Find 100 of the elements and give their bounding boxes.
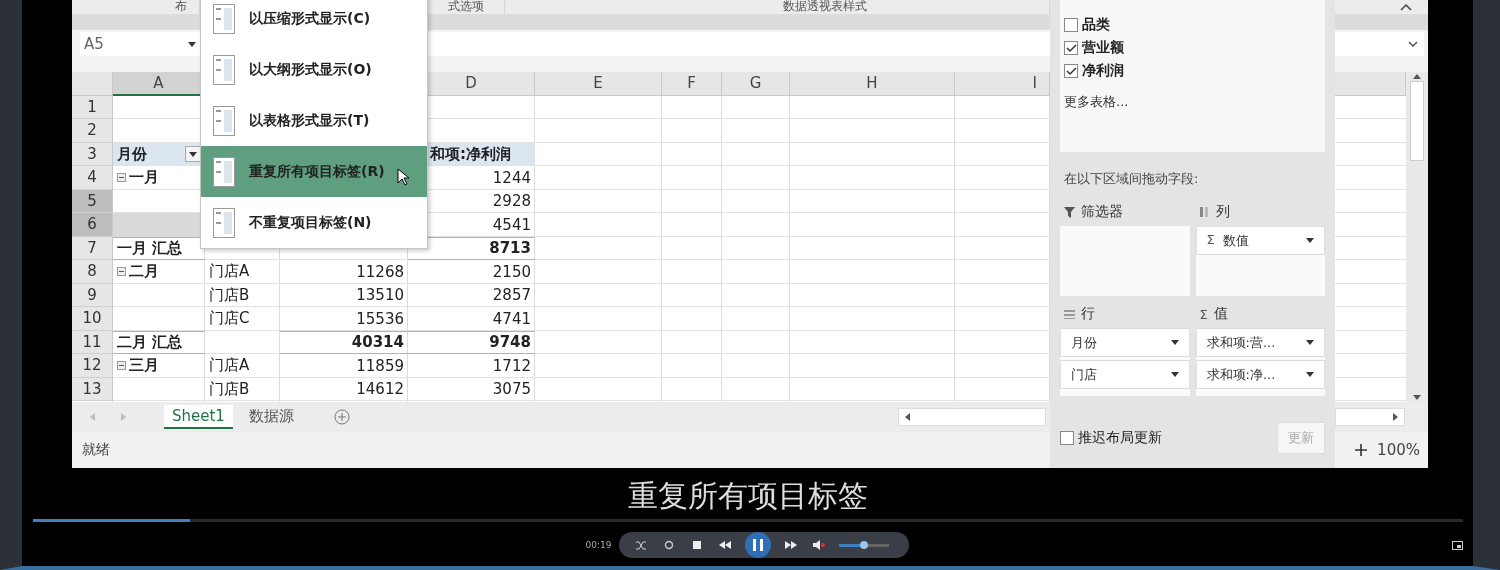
area-field[interactable]: 求和项:净... — [1195, 360, 1325, 389]
chevron-down-icon[interactable] — [1408, 41, 1418, 47]
collapse-icon[interactable] — [117, 361, 126, 371]
row-header[interactable]: 12 — [72, 354, 113, 378]
ribbon-group-label: 式选项 — [448, 0, 484, 13]
more-tables-link[interactable]: 更多表格... — [1064, 93, 1321, 111]
mute-button[interactable] — [811, 537, 828, 553]
zoom-in-icon[interactable] — [1355, 444, 1368, 456]
fast-forward-icon — [785, 541, 798, 549]
area-field[interactable]: 门店 — [1060, 360, 1190, 389]
table-cell: 40314 — [280, 330, 408, 354]
subtitle: 重复所有项目标签 — [627, 477, 868, 514]
row-header[interactable]: 13 — [72, 377, 113, 401]
menu-item[interactable]: 以表格形式显示(T) — [201, 95, 427, 146]
column-header[interactable]: I — [955, 72, 1050, 96]
table-cell-text: 门店B — [208, 378, 251, 400]
filter-dropdown[interactable] — [185, 146, 201, 163]
table-cell-text: 11859 — [355, 355, 405, 377]
sigma-icon: Σ — [1206, 231, 1215, 250]
caret-icon — [189, 151, 197, 157]
name-box[interactable]: A5 — [80, 32, 200, 56]
fullscreen-button[interactable] — [1452, 540, 1463, 550]
pause-button[interactable] — [745, 532, 772, 558]
menu-item[interactable]: 以大纲形式显示(O) — [201, 44, 427, 95]
collapse-icon[interactable] — [117, 267, 126, 277]
table-cell-text: 11268 — [355, 261, 405, 283]
rewind-icon — [719, 541, 732, 549]
row-header[interactable]: 8 — [72, 260, 113, 284]
column-header[interactable]: H — [790, 72, 955, 96]
horizontal-scrollbar[interactable] — [897, 408, 1046, 426]
row-header[interactable]: 2 — [72, 119, 113, 143]
row-header[interactable]: 4 — [72, 166, 113, 190]
filter-icon — [1064, 206, 1075, 218]
collapse-ribbon-icon[interactable] — [1400, 3, 1412, 11]
row-header[interactable]: 10 — [72, 307, 113, 331]
drop-area[interactable]: 月份 门店 — [1060, 328, 1190, 396]
layout-icon — [213, 156, 235, 187]
drop-area[interactable]: Σ 数值 — [1195, 226, 1325, 296]
table-cell-text: 门店C — [208, 308, 251, 330]
checkbox[interactable] — [1064, 64, 1078, 78]
column-header[interactable]: E — [535, 72, 662, 96]
fullscreen-icon — [1452, 540, 1463, 550]
table-cell-text: 4741 — [491, 308, 532, 330]
row-header[interactable]: 3 — [72, 142, 113, 166]
area-title: 列 — [1215, 203, 1230, 221]
drag-hint: 在以下区域间拖动字段: — [1064, 170, 1200, 188]
column-header[interactable]: G — [722, 72, 790, 96]
sheet-tab[interactable]: 数据源 — [240, 405, 302, 429]
menu-item[interactable]: 重复所有项目标签(R) — [201, 146, 427, 197]
volume-slider[interactable] — [839, 541, 890, 549]
table-cell-text: 门店A — [208, 355, 251, 377]
collapse-icon[interactable] — [117, 173, 126, 183]
drop-area[interactable]: 求和项:营... 求和项:净... — [1195, 328, 1325, 396]
area-field[interactable]: Σ 数值 — [1195, 226, 1325, 255]
add-sheet-icon[interactable] — [333, 409, 350, 425]
area-field[interactable]: 月份 — [1060, 328, 1190, 357]
field-label: 营业额 — [1082, 39, 1124, 57]
field-label: 品类 — [1082, 16, 1110, 34]
area-field[interactable]: 求和项:营... — [1195, 328, 1325, 357]
scrollbar-thumb[interactable] — [1410, 81, 1424, 161]
scroll-up-icon[interactable] — [1413, 74, 1421, 79]
status-text: 就绪 — [82, 441, 110, 459]
sheet-tab[interactable]: Sheet1 — [164, 405, 233, 429]
table-cell-text: 2857 — [491, 285, 532, 307]
row-header[interactable]: 5 — [72, 189, 113, 213]
table-cell-text: 3075 — [491, 379, 532, 401]
checkbox[interactable] — [1060, 431, 1074, 445]
menu-item[interactable]: 以压缩形式显示(C) — [201, 0, 427, 44]
table-cell: 9748 — [408, 330, 535, 354]
stop-icon — [693, 541, 702, 549]
caret-icon — [1306, 372, 1314, 377]
formula-input[interactable] — [1335, 32, 1424, 56]
caret-icon — [1306, 340, 1314, 345]
zoom-level: 100% — [1377, 441, 1420, 459]
column-header[interactable]: F — [662, 72, 722, 96]
scroll-down-icon[interactable] — [1413, 395, 1421, 400]
row-header[interactable]: 6 — [72, 213, 113, 237]
horizontal-scrollbar[interactable] — [1335, 408, 1405, 426]
scroll-right-icon[interactable] — [1393, 413, 1398, 421]
time-label: 00:19 — [585, 540, 612, 550]
table-cell-text: 1244 — [491, 167, 532, 189]
row-header[interactable]: 11 — [72, 330, 113, 354]
scroll-left-icon[interactable] — [904, 413, 910, 421]
checkbox[interactable] — [1064, 41, 1078, 55]
vertical-scrollbar[interactable] — [1406, 72, 1428, 402]
row-header[interactable]: 9 — [72, 283, 113, 307]
row-header[interactable]: 1 — [72, 95, 113, 119]
table-cell: 二月 汇总 — [113, 330, 205, 354]
ribbon-group-label: 布 — [175, 0, 187, 13]
layout-icon — [213, 54, 235, 85]
area-title: 行 — [1081, 305, 1095, 323]
ribbon-group-label: 数据透视表样式 — [783, 0, 867, 13]
checkbox[interactable] — [1064, 18, 1078, 32]
table-cell-text: 门店B — [208, 284, 251, 306]
defer-label: 推迟布局更新 — [1078, 429, 1162, 447]
progress-track[interactable] — [32, 519, 1463, 522]
volume-thumb[interactable] — [860, 541, 869, 549]
sigma-icon: Σ — [1199, 306, 1208, 322]
row-header[interactable]: 7 — [72, 236, 113, 260]
menu-item[interactable]: 不重复项目标签(N) — [201, 197, 427, 248]
